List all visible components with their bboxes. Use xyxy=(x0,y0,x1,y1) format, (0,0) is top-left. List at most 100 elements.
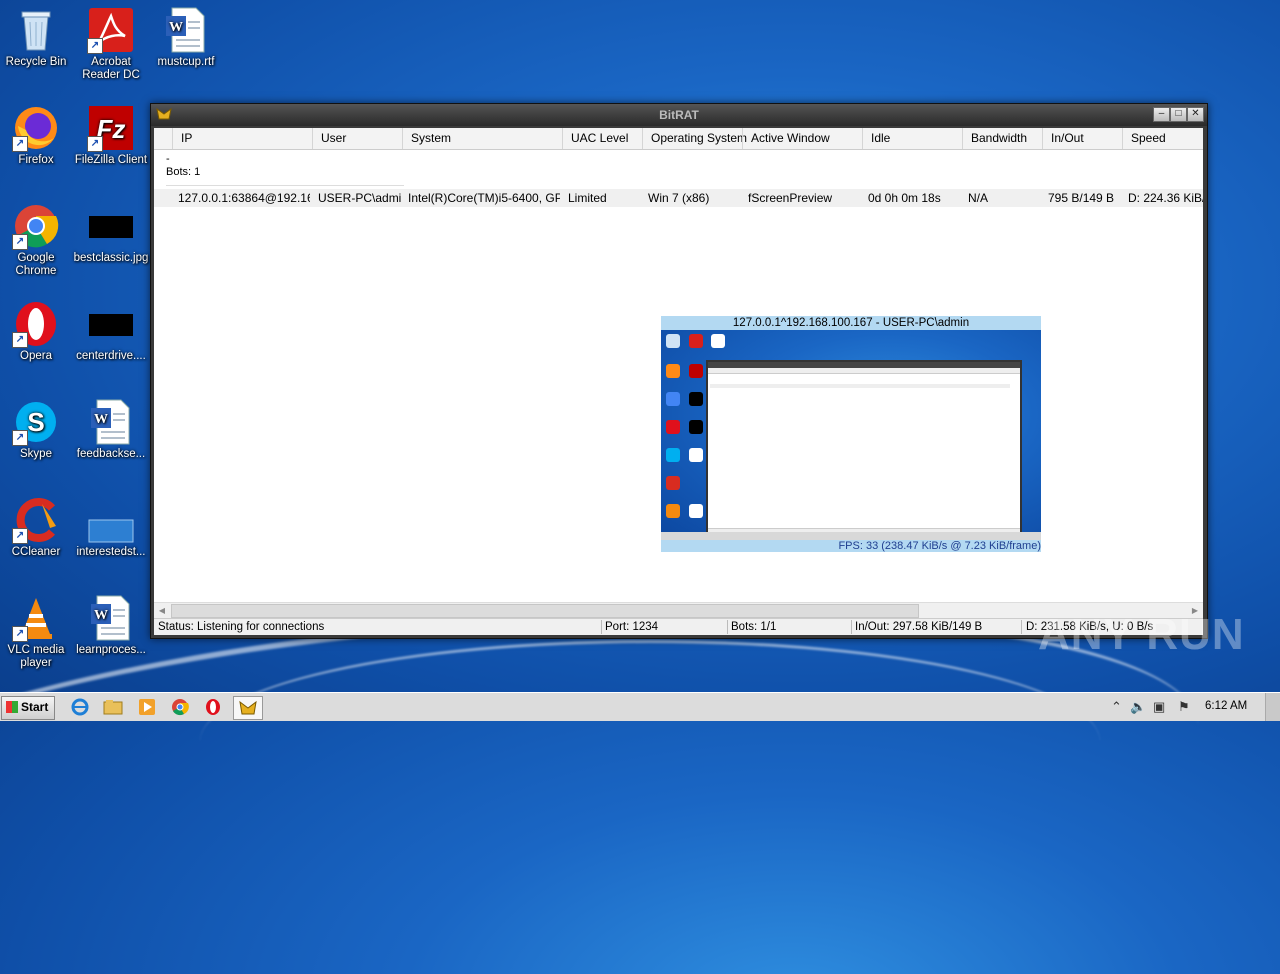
tray-expand-icon[interactable]: ⌃ xyxy=(1111,699,1122,715)
desktop-icon-label: interestedst... xyxy=(76,546,146,558)
desktop-icon-bestclassic[interactable]: bestclassic.jpg xyxy=(73,202,149,265)
desktop-icon-label: learnproces... xyxy=(76,644,146,656)
show-desktop-button[interactable] xyxy=(1265,693,1280,721)
taskbar-media-player-icon[interactable] xyxy=(133,696,161,718)
desktop-icon-label: Acrobat Reader DC xyxy=(82,56,140,81)
chrome-icon: ↗ xyxy=(12,202,60,250)
status-separator xyxy=(1021,620,1022,634)
shortcut-arrow-icon: ↗ xyxy=(12,528,28,544)
taskbar-ie-icon[interactable] xyxy=(66,696,94,718)
desktop-icon-label: bestclassic.jpg xyxy=(73,252,149,264)
screen-preview-window[interactable]: 127.0.0.1^192.168.100.167 - USER-PC\admi… xyxy=(661,316,1041,552)
cell-bandwidth: N/A xyxy=(968,191,989,205)
image-file-icon xyxy=(87,202,135,250)
image-file-icon xyxy=(87,300,135,348)
column-speed[interactable]: Speed xyxy=(1122,128,1203,149)
scrollbar-thumb[interactable] xyxy=(171,604,919,618)
desktop-icon-chrome[interactable]: ↗ Google Chrome xyxy=(0,202,74,278)
minimize-button[interactable]: – xyxy=(1153,107,1170,122)
desktop-icon-label: VLC media player xyxy=(7,644,65,669)
table-row[interactable]: 127.0.0.1:63864@192.16... USER-PC\admin … xyxy=(154,189,1203,207)
taskbar-bitrat-icon[interactable] xyxy=(233,696,263,720)
close-button[interactable]: ✕ xyxy=(1187,107,1204,122)
desktop-icon-filezilla[interactable]: Fz ↗ FileZilla Client xyxy=(73,104,149,167)
column-operating-system[interactable]: Operating System xyxy=(642,128,747,149)
mini-recycle-icon xyxy=(666,334,680,348)
taskbar-chrome-icon[interactable] xyxy=(166,696,194,718)
column-ip[interactable]: IP xyxy=(172,128,312,149)
clock[interactable]: 6:12 AM xyxy=(1205,700,1247,712)
cell-idle: 0d 0h 0m 18s xyxy=(868,191,941,205)
mini-acrobat-icon xyxy=(689,334,703,348)
column-bandwidth[interactable]: Bandwidth xyxy=(962,128,1042,149)
action-center-flag-icon[interactable]: ⚑ xyxy=(1178,699,1190,715)
volume-icon[interactable]: 🔈 xyxy=(1130,699,1146,715)
desktop-icon-skype[interactable]: S ↗ Skype xyxy=(0,398,74,461)
start-button[interactable]: Start xyxy=(1,696,55,720)
firefox-icon: ↗ xyxy=(12,104,60,152)
windows-logo-icon xyxy=(6,701,18,713)
maximize-button[interactable]: □ xyxy=(1170,107,1187,122)
desktop-icon-feedbackse[interactable]: W feedbackse... xyxy=(73,398,149,461)
shortcut-arrow-icon: ↗ xyxy=(12,332,28,348)
group-collapse-toggle[interactable]: - xyxy=(166,153,170,165)
remote-screen-image xyxy=(661,330,1041,540)
desktop-icon-label: feedbackse... xyxy=(76,448,146,460)
desktop-icon-centerdrive[interactable]: centerdrive.... xyxy=(73,300,149,363)
svg-text:W: W xyxy=(169,20,183,35)
cell-ip: 127.0.0.1:63864@192.16... xyxy=(178,191,310,205)
mini-doc-icon xyxy=(689,504,703,518)
mini-image-icon xyxy=(689,420,703,434)
mini-filezilla-icon xyxy=(689,364,703,378)
desktop-icon-opera[interactable]: ↗ Opera xyxy=(0,300,74,363)
word-document-icon: W xyxy=(162,6,210,54)
column-uac-level[interactable]: UAC Level xyxy=(562,128,642,149)
mini-ccleaner-icon xyxy=(666,476,680,490)
title-bar[interactable]: BitRAT – □ ✕ xyxy=(151,104,1207,126)
svg-text:W: W xyxy=(94,412,108,427)
svg-text:S: S xyxy=(27,407,44,437)
opera-icon: ↗ xyxy=(12,300,60,348)
desktop-icon-label: Opera xyxy=(20,350,52,362)
desktop-icon-acrobat[interactable]: ↗ Acrobat Reader DC xyxy=(73,6,149,82)
mini-firefox-icon xyxy=(666,364,680,378)
mini-skype-icon xyxy=(666,448,680,462)
image-file-icon xyxy=(87,496,135,544)
acrobat-reader-icon: ↗ xyxy=(87,6,135,54)
shortcut-arrow-icon: ↗ xyxy=(12,136,28,152)
cell-speed: D: 224.36 KiB/s xyxy=(1128,191,1203,205)
desktop-icon-firefox[interactable]: ↗ Firefox xyxy=(0,104,74,167)
taskbar-explorer-icon[interactable] xyxy=(99,696,127,718)
cell-os: Win 7 (x86) xyxy=(648,191,710,205)
column-in-out[interactable]: In/Out xyxy=(1042,128,1122,149)
preview-title: 127.0.0.1^192.168.100.167 - USER-PC\admi… xyxy=(732,317,970,329)
status-separator xyxy=(727,620,728,634)
status-bots: Bots: 1/1 xyxy=(731,621,777,633)
column-user[interactable]: User xyxy=(312,128,402,149)
desktop-icon-vlc[interactable]: ↗ VLC media player xyxy=(0,594,74,670)
status-in-out: In/Out: 297.58 KiB/149 B xyxy=(855,621,983,633)
desktop-icon-recycle-bin[interactable]: Recycle Bin xyxy=(0,6,74,69)
taskbar-opera-icon[interactable] xyxy=(199,696,227,718)
column-idle[interactable]: Idle xyxy=(862,128,962,149)
word-document-icon: W xyxy=(87,398,135,446)
mini-image-icon xyxy=(689,392,703,406)
cell-uac: Limited xyxy=(568,191,607,205)
scroll-left-icon[interactable]: ◀ xyxy=(155,604,169,617)
cell-user: USER-PC\admin xyxy=(318,191,402,205)
desktop-icon-learnproces[interactable]: W learnproces... xyxy=(73,594,149,657)
status-port: Port: 1234 xyxy=(605,621,659,633)
column-active-window[interactable]: Active Window xyxy=(742,128,862,149)
group-label: Bots: 1 xyxy=(166,166,201,178)
desktop-icon-interestedst[interactable]: interestedst... xyxy=(73,496,149,559)
group-divider xyxy=(166,185,404,186)
column-system[interactable]: System xyxy=(402,128,562,149)
recycle-bin-icon xyxy=(12,6,60,54)
network-icon[interactable]: ▣ xyxy=(1153,699,1165,715)
watermark: ANY RUN xyxy=(1038,610,1245,659)
status-text: Status: Listening for connections xyxy=(158,621,325,633)
mini-doc-icon xyxy=(711,334,725,348)
mini-doc-icon xyxy=(689,448,703,462)
desktop-icon-ccleaner[interactable]: ↗ CCleaner xyxy=(0,496,74,559)
desktop-icon-mustcup[interactable]: W mustcup.rtf xyxy=(148,6,224,69)
